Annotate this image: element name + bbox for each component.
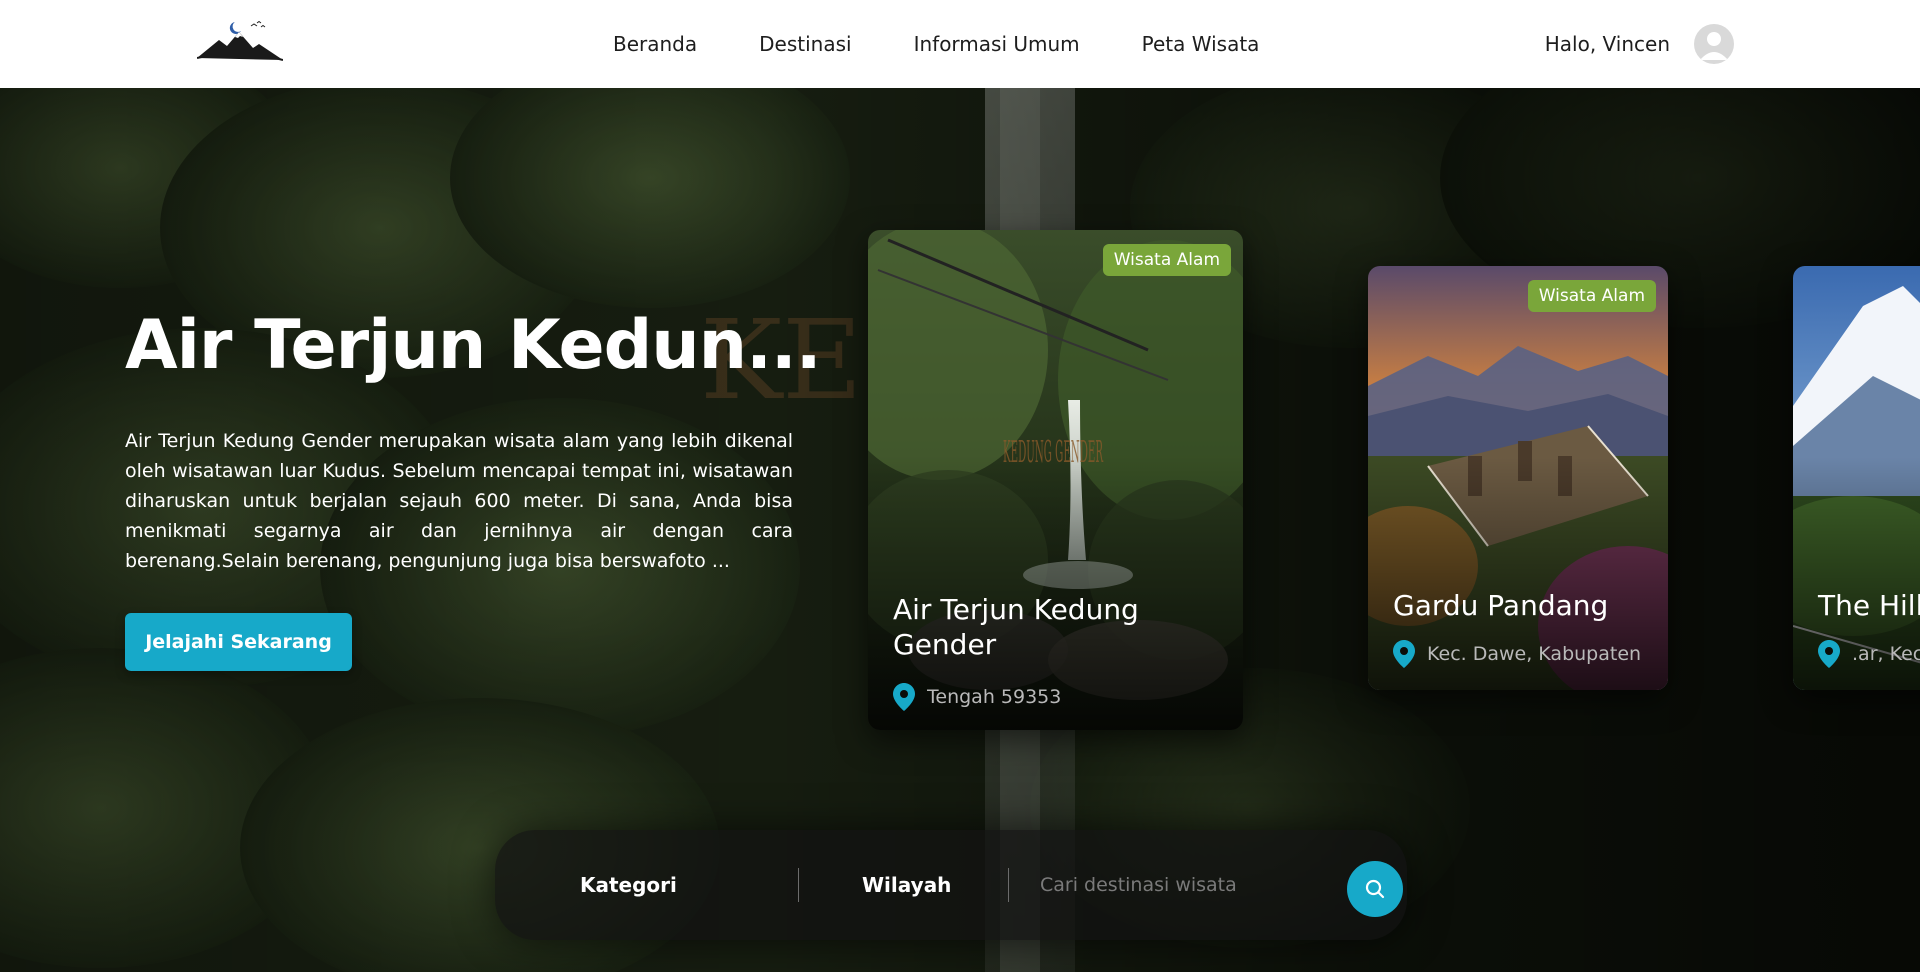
card-location: Kec. Dawe, Kabupaten bbox=[1393, 640, 1647, 668]
card-location: ar, Kec. bbox=[1818, 640, 1920, 668]
nav-link-peta-wisata[interactable]: Peta Wisata bbox=[1142, 32, 1260, 56]
hero-section: KE Air Terjun Kedun... Air Terjun Kedung… bbox=[0, 88, 1920, 972]
nav-link-destinasi[interactable]: Destinasi bbox=[759, 32, 851, 56]
divider bbox=[1008, 868, 1009, 902]
card-title: Air Terjun Kedung Gender bbox=[893, 593, 1139, 661]
hero-title: Air Terjun Kedun... bbox=[125, 306, 822, 385]
user-avatar-icon[interactable] bbox=[1694, 24, 1734, 64]
card-location: Tengah 59353 bbox=[893, 683, 1097, 711]
category-badge: Wisata Alam bbox=[1527, 280, 1656, 312]
main-nav: Beranda Destinasi Informasi Umum Peta Wi… bbox=[613, 0, 1321, 88]
destination-search-input[interactable] bbox=[1040, 865, 1290, 905]
search-button[interactable] bbox=[1347, 861, 1403, 917]
category-badge: Wisata Alam bbox=[1102, 244, 1231, 276]
nav-link-informasi-umum[interactable]: Informasi Umum bbox=[914, 32, 1080, 56]
user-greeting: Halo, Vincen bbox=[1544, 32, 1670, 56]
location-text: ar, Kec. bbox=[1852, 643, 1920, 665]
nav-link-beranda[interactable]: Beranda bbox=[613, 32, 697, 56]
location-pin-icon bbox=[1818, 640, 1840, 668]
search-bar: Kategori Wilayah bbox=[495, 830, 1407, 940]
card-title: The Hills bbox=[1818, 589, 1920, 622]
hero-description: Air Terjun Kedung Gender merupakan wisat… bbox=[125, 430, 793, 572]
location-pin-icon bbox=[1393, 640, 1415, 668]
top-navbar: Beranda Destinasi Informasi Umum Peta Wi… bbox=[0, 0, 1920, 88]
explore-now-button[interactable]: Jelajahi Sekarang bbox=[125, 613, 352, 671]
location-text: Kec. Dawe, Kabupaten bbox=[1427, 643, 1642, 665]
search-icon bbox=[1365, 879, 1385, 899]
mountain-moon-logo[interactable] bbox=[196, 18, 284, 62]
region-filter[interactable]: Wilayah bbox=[862, 830, 951, 940]
card-title: Gardu Pandang bbox=[1393, 589, 1609, 622]
destination-card[interactable]: KEDUNG GENDER Wisata Alam Air Terjun Ked… bbox=[868, 230, 1243, 730]
category-filter[interactable]: Kategori bbox=[580, 830, 677, 940]
divider bbox=[798, 868, 799, 902]
user-menu[interactable]: Halo, Vincen bbox=[1545, 0, 1734, 88]
location-text: Tengah 59353 bbox=[927, 686, 1062, 708]
location-pin-icon bbox=[893, 683, 915, 711]
destination-card[interactable]: The Hills ar, Kec. bbox=[1793, 266, 1920, 690]
destination-card[interactable]: Wisata Alam Gardu Pandang Kec. Dawe, Kab… bbox=[1368, 266, 1668, 690]
